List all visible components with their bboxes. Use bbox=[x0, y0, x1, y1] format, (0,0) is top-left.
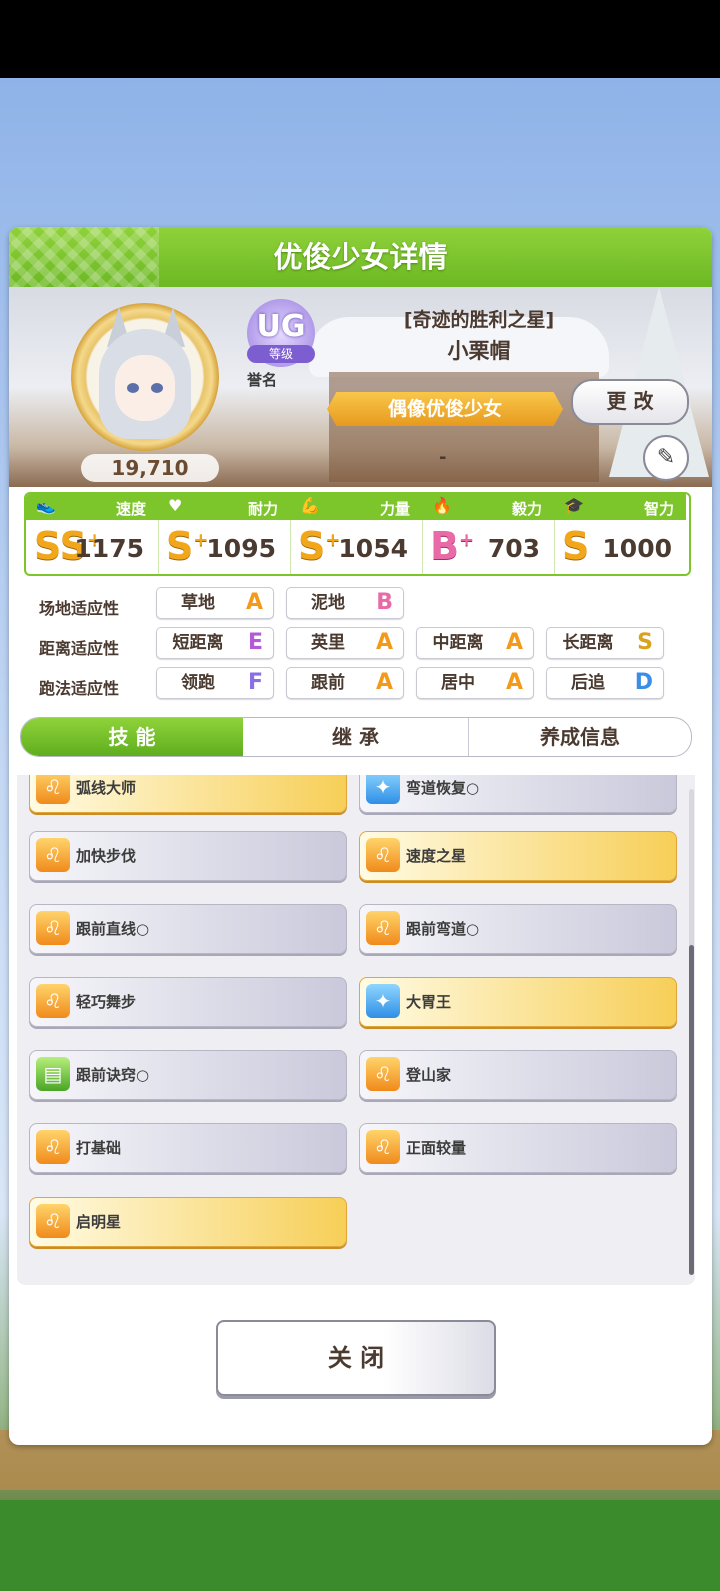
lion-icon: ♌ bbox=[366, 1057, 400, 1091]
skills-list[interactable]: ♌ 弧线大师 ✦ 弯道恢复○ ♌ 加快步伐 ♌ 速度之星 ♌ 跟前直线○ ♌ 跟… bbox=[17, 775, 695, 1285]
stat-power: 💪 力量 S+ 1054 bbox=[290, 494, 423, 574]
change-button[interactable]: 更 改 bbox=[571, 379, 689, 425]
skill-item[interactable]: ▤ 跟前诀窍○ bbox=[29, 1050, 347, 1100]
lion-icon: ♌ bbox=[366, 911, 400, 945]
character-epithet: [奇迹的胜利之星] bbox=[403, 309, 555, 331]
skills-scrollbar-thumb[interactable] bbox=[689, 945, 694, 1275]
sparkle-icon: ✦ bbox=[366, 984, 400, 1018]
character-name: 小栗帽 bbox=[447, 339, 511, 363]
rank-label: 等级 bbox=[247, 345, 315, 363]
dialog-title: 优俊少女详情 bbox=[273, 240, 448, 274]
skill-item[interactable]: ✦ 弯道恢复○ bbox=[359, 775, 677, 813]
title-bar: 优俊少女详情 bbox=[9, 227, 712, 287]
stats-panel: 👟 速度 SS+ 1175 ♥ 耐力 S+ 1095 💪 力量 S+ 1054 🔥 毅力… bbox=[24, 492, 691, 576]
profile-header: 19,710 UG 等级 誉名 [奇迹的胜利之星] 小栗帽 偶像优俊少女 更 改… bbox=[9, 287, 712, 487]
skill-item[interactable]: ♌ 启明星 bbox=[29, 1197, 347, 1247]
aptitude-medium: 中距离 A bbox=[416, 627, 534, 659]
stat-value: 1175 bbox=[74, 534, 144, 563]
shoe-icon: 👟 bbox=[36, 496, 56, 515]
aptitude-sprint: 短距离 E bbox=[156, 627, 274, 659]
honor-label: 誉名 bbox=[247, 371, 278, 389]
stat-stamina: ♥ 耐力 S+ 1095 bbox=[158, 494, 291, 574]
aptitude-dirt: 泥地 B bbox=[286, 587, 404, 619]
lion-icon: ♌ bbox=[36, 911, 70, 945]
lion-icon: ♌ bbox=[366, 838, 400, 872]
skill-item[interactable]: ♌ 速度之星 bbox=[359, 831, 677, 881]
stat-grade: S+ bbox=[166, 524, 209, 568]
graduation-cap-icon: 🎓 bbox=[564, 496, 584, 515]
skill-item[interactable]: ♌ 登山家 bbox=[359, 1050, 677, 1100]
sparkle-icon: ✦ bbox=[366, 775, 400, 804]
distance-aptitude-label: 距离适应性 bbox=[39, 639, 120, 658]
stat-value: 1054 bbox=[338, 534, 408, 563]
muscle-icon: 💪 bbox=[300, 496, 320, 515]
skill-item[interactable]: ♌ 弧线大师 bbox=[29, 775, 347, 813]
skill-item[interactable]: ♌ 跟前弯道○ bbox=[359, 904, 677, 954]
stat-grade: S bbox=[562, 524, 590, 568]
aptitude-runner: 领跑 F bbox=[156, 667, 274, 699]
lion-icon: ♌ bbox=[36, 775, 70, 804]
skill-item[interactable]: ♌ 打基础 bbox=[29, 1123, 347, 1173]
skill-item[interactable]: ♌ 正面较量 bbox=[359, 1123, 677, 1173]
aptitude-leader: 跟前 A bbox=[286, 667, 404, 699]
stat-speed: 👟 速度 SS+ 1175 bbox=[26, 494, 159, 574]
close-button[interactable]: 关 闭 bbox=[216, 1320, 496, 1396]
aptitude-mile: 英里 A bbox=[286, 627, 404, 659]
skill-item[interactable]: ♌ 加快步伐 bbox=[29, 831, 347, 881]
stat-value: 703 bbox=[487, 534, 540, 563]
lion-icon: ♌ bbox=[36, 984, 70, 1018]
stat-value: 1095 bbox=[206, 534, 276, 563]
stat-grade: S+ bbox=[298, 524, 341, 568]
lion-icon: ♌ bbox=[36, 1130, 70, 1164]
lion-icon: ♌ bbox=[366, 1130, 400, 1164]
lion-icon: ♌ bbox=[36, 838, 70, 872]
aptitude-turf: 草地 A bbox=[156, 587, 274, 619]
aptitude-long: 长距离 S bbox=[546, 627, 664, 659]
background-grass bbox=[0, 1500, 720, 1591]
skill-item[interactable]: ✦ 大胃王 bbox=[359, 977, 677, 1027]
detail-tabs: 技 能 继 承 养成信息 bbox=[20, 717, 692, 757]
fan-count: 19,710 bbox=[81, 454, 219, 482]
tab-inheritance[interactable]: 继 承 bbox=[243, 718, 469, 756]
skill-item[interactable]: ♌ 轻巧舞步 bbox=[29, 977, 347, 1027]
edit-pencil-icon[interactable]: ✎ bbox=[643, 435, 689, 481]
tab-skills[interactable]: 技 能 bbox=[21, 718, 243, 756]
lion-icon: ♌ bbox=[36, 1204, 70, 1238]
flame-icon: 🔥 bbox=[432, 496, 452, 515]
heart-icon: ♥ bbox=[168, 496, 183, 515]
style-aptitude-label: 跑法适应性 bbox=[39, 679, 120, 698]
umamusume-detail-dialog: 优俊少女详情 19,710 UG 等级 誉名 [奇迹的胜利之星] 小栗帽 偶像优… bbox=[9, 227, 712, 1445]
cabin bbox=[329, 372, 599, 482]
skill-item[interactable]: ♌ 跟前直线○ bbox=[29, 904, 347, 954]
stat-guts: 🔥 毅力 B+ 703 bbox=[422, 494, 555, 574]
title-tag: 偶像优俊少女 bbox=[327, 392, 563, 426]
aptitude-betweener: 居中 A bbox=[416, 667, 534, 699]
top-status-bar bbox=[0, 0, 720, 78]
track-aptitude-label: 场地适应性 bbox=[39, 599, 120, 618]
character-portrait[interactable] bbox=[71, 303, 219, 451]
tab-training-info[interactable]: 养成信息 bbox=[469, 718, 691, 756]
book-icon: ▤ bbox=[36, 1057, 70, 1091]
stat-value: 1000 bbox=[602, 534, 672, 563]
stat-wisdom: 🎓 智力 S 1000 bbox=[554, 494, 686, 574]
stat-grade: B+ bbox=[430, 524, 475, 568]
subtitle-text: - bbox=[439, 447, 447, 468]
aptitude-chaser: 后追 D bbox=[546, 667, 664, 699]
